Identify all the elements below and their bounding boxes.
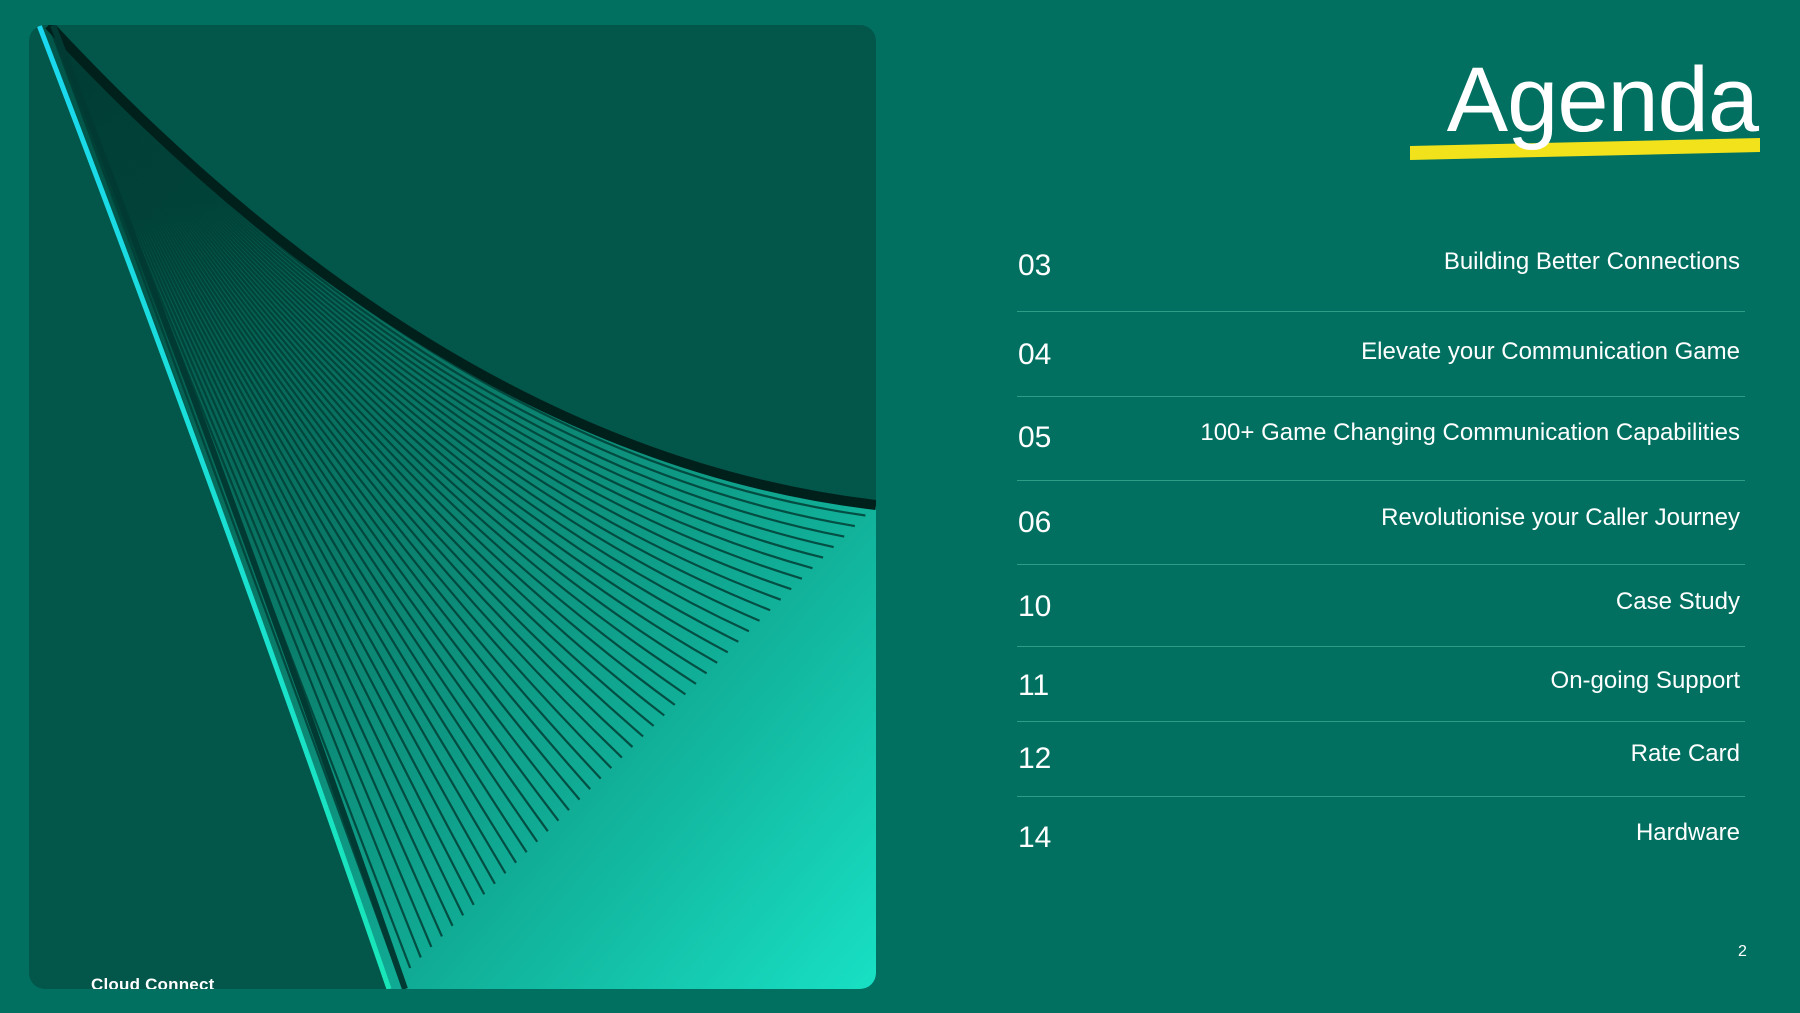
agenda-item: 11 On-going Support (1017, 647, 1745, 722)
agenda-item-number: 05 (1018, 421, 1052, 454)
agenda-item: 12 Rate Card (1017, 722, 1745, 797)
agenda-item-label: Rate Card (1630, 740, 1740, 767)
agenda-item-label: On-going Support (1550, 667, 1740, 694)
page-title: Agenda (1446, 49, 1759, 151)
agenda-item-number: 11 (1018, 669, 1050, 702)
agenda-item-number: 12 (1018, 742, 1052, 775)
agenda-item: 05 100+ Game Changing Communication Capab… (1017, 397, 1745, 481)
agenda-item: 10 Case Study (1017, 565, 1745, 647)
agenda-item-label: Case Study (1615, 588, 1740, 615)
agenda-item-number: 06 (1018, 506, 1052, 539)
title-block: Agenda (1400, 50, 1770, 170)
agenda-item-label: Elevate your Communication Game (1361, 338, 1740, 365)
agenda-item-number: 04 (1018, 338, 1052, 371)
agenda-item-label: Revolutionise your Caller Journey (1381, 504, 1740, 531)
agenda-item-number: 14 (1018, 821, 1052, 854)
agenda-list: 03 Building Better Connections 04 Elevate y… (1017, 225, 1745, 875)
wave-graphic (36, 25, 876, 989)
agenda-item: 03 Building Better Connections (1017, 225, 1745, 312)
agenda-item-number: 03 (1018, 249, 1052, 282)
agenda-item-label: Hardware (1635, 819, 1740, 846)
page-number: 2 (1738, 943, 1747, 960)
brand-name: Cloud Connect (91, 975, 215, 989)
agenda-item: 04 Elevate your Communication Game (1017, 312, 1745, 397)
slide: Cloud Connect Agenda 03 Building Better C… (0, 0, 1800, 1013)
agenda-item: 06 Revolutionise your Caller Journey (1017, 481, 1745, 565)
agenda-item-label: Building Better Connections (1443, 248, 1740, 275)
hero-image: Cloud Connect (29, 25, 876, 989)
agenda-item-number: 10 (1018, 590, 1052, 623)
agenda-item-label: 100+ Game Changing Communication Capabil… (1200, 419, 1740, 446)
agenda-item: 14 Hardware (1017, 797, 1745, 875)
